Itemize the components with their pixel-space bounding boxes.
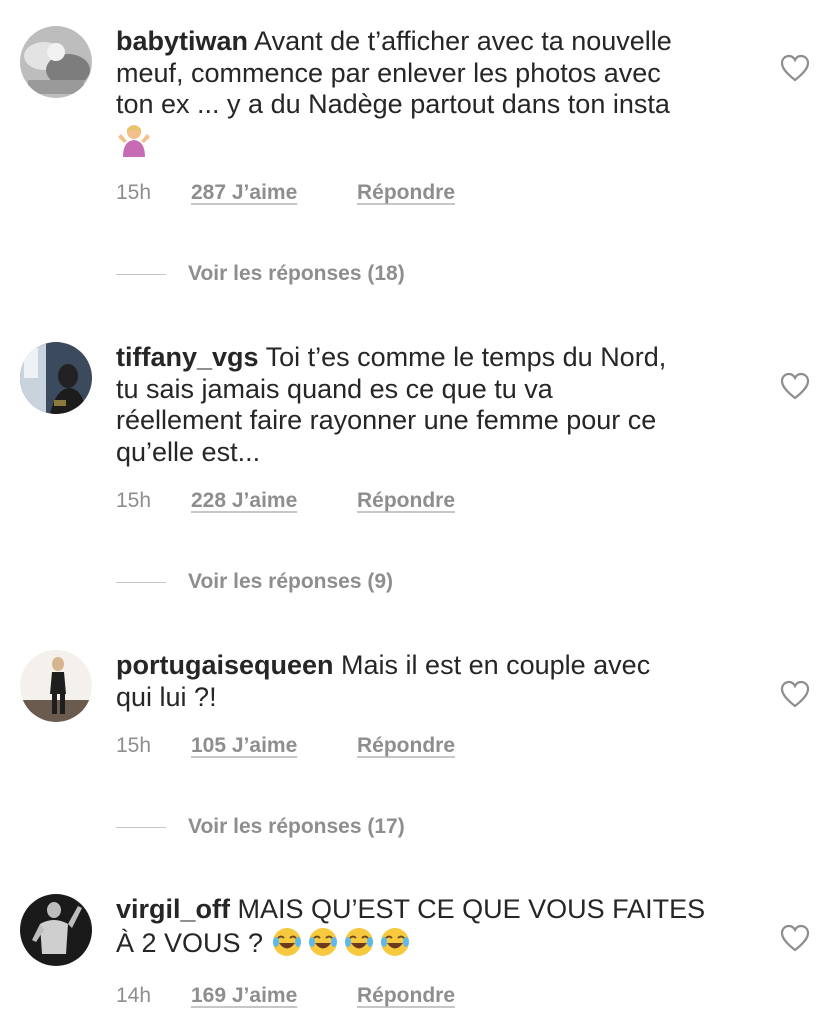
tears-of-joy-emoji bbox=[271, 926, 411, 958]
comment-meta: 14h 169 J’aime Répondre bbox=[116, 981, 455, 1011]
comment-meta: 15h 228 J’aime Répondre bbox=[116, 486, 455, 516]
comment-body: babytiwan Avant de t’afficher avec ta no… bbox=[116, 26, 746, 158]
timestamp: 14h bbox=[116, 984, 152, 1007]
reply-button[interactable]: Répondre bbox=[357, 489, 455, 513]
avatar[interactable] bbox=[20, 650, 92, 722]
comment-text-line: ton ex ... y a du Nadège partout dans to… bbox=[116, 89, 670, 119]
view-replies-label: Voir les réponses (17) bbox=[188, 815, 405, 838]
username[interactable]: portugaisequeen bbox=[116, 650, 334, 680]
heart-outline-icon[interactable] bbox=[780, 372, 810, 400]
comment-meta: 15h 287 J’aime Répondre bbox=[116, 178, 455, 208]
view-replies-label: Voir les réponses (18) bbox=[188, 262, 405, 285]
comment-body: portugaisequeen Mais il est en couple av… bbox=[116, 650, 746, 713]
username[interactable]: virgil_off bbox=[116, 894, 230, 924]
timestamp: 15h bbox=[116, 734, 152, 757]
view-replies-button[interactable]: Voir les réponses (9) bbox=[116, 567, 393, 597]
likes-count[interactable]: 105 J’aime bbox=[191, 734, 357, 758]
comment-text-line: Avant de t’afficher avec ta nouvelle bbox=[254, 26, 672, 56]
view-replies-label: Voir les réponses (9) bbox=[188, 570, 394, 593]
comment-body: tiffany_vgs Toi t’es comme le temps du N… bbox=[116, 342, 746, 468]
timestamp: 15h bbox=[116, 181, 152, 204]
timestamp: 15h bbox=[116, 489, 152, 512]
divider-line bbox=[116, 826, 166, 828]
likes-count[interactable]: 228 J’aime bbox=[191, 489, 357, 513]
comment-body: virgil_off MAIS QU’EST CE QUE VOUS FAITE… bbox=[116, 894, 746, 959]
divider-line bbox=[116, 273, 166, 275]
heart-outline-icon[interactable] bbox=[780, 680, 810, 708]
likes-count[interactable]: 287 J’aime bbox=[191, 181, 357, 205]
username[interactable]: babytiwan bbox=[116, 26, 248, 56]
comment-text-line: MAIS QU’EST CE QUE VOUS FAITES bbox=[237, 894, 706, 924]
heart-outline-icon[interactable] bbox=[780, 924, 810, 952]
comment-text-line: meuf, commence par enlever les photos av… bbox=[116, 57, 661, 88]
view-replies-button[interactable]: Voir les réponses (18) bbox=[116, 259, 405, 289]
divider-line bbox=[116, 581, 166, 583]
comment-text-line: qui lui ?! bbox=[116, 681, 217, 712]
comment-text-line: tu sais jamais quand es ce que tu va bbox=[116, 373, 553, 404]
heart-outline-icon[interactable] bbox=[780, 54, 810, 82]
comment-meta: 15h 105 J’aime Répondre bbox=[116, 731, 455, 761]
likes-count[interactable]: 169 J’aime bbox=[191, 984, 357, 1008]
person-shrugging-emoji bbox=[116, 121, 152, 157]
username[interactable]: tiffany_vgs bbox=[116, 342, 259, 372]
reply-button[interactable]: Répondre bbox=[357, 181, 455, 205]
comment-text-line: réellement faire rayonner une femme pour… bbox=[116, 405, 657, 435]
avatar[interactable] bbox=[20, 26, 92, 98]
view-replies-button[interactable]: Voir les réponses (17) bbox=[116, 812, 405, 842]
avatar[interactable] bbox=[20, 342, 92, 414]
comment-text-line: À 2 VOUS ? bbox=[116, 927, 264, 958]
comment-text-line: Mais il est en couple avec bbox=[341, 650, 651, 680]
comment-text-line: Toi t’es comme le temps du Nord, bbox=[265, 342, 667, 372]
reply-button[interactable]: Répondre bbox=[357, 734, 455, 758]
reply-button[interactable]: Répondre bbox=[357, 984, 455, 1008]
comment-text-line: qu’elle est... bbox=[116, 436, 261, 467]
avatar[interactable] bbox=[20, 894, 92, 966]
